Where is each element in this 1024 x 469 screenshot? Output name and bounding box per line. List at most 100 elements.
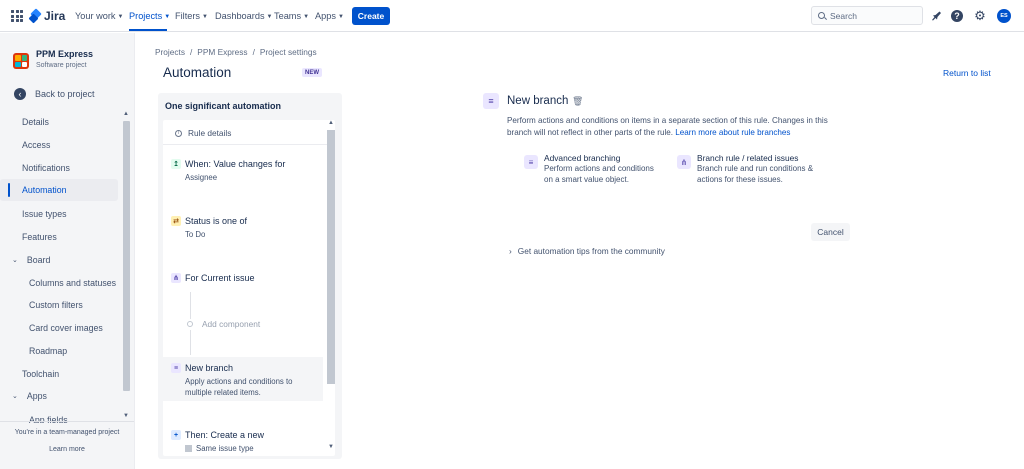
chevron-down-icon: ▼ — [202, 14, 208, 20]
rule-scroll-thumb[interactable] — [327, 130, 335, 384]
scroll-up-icon[interactable]: ▲ — [328, 120, 334, 126]
component-title: Then: Create a new — [185, 430, 265, 440]
sidebar-item-toolchain[interactable]: Toolchain — [0, 363, 118, 385]
scroll-down-icon[interactable]: ▼ — [328, 444, 334, 450]
return-to-list-link[interactable]: Return to list — [943, 68, 991, 78]
sidebar-item-access[interactable]: Access — [0, 134, 118, 156]
sidebar-item-automation[interactable]: Automation — [0, 179, 118, 201]
advanced-branching-icon: ≡ — [524, 155, 538, 169]
condition-component[interactable]: ⇄ Status is one of To Do — [163, 216, 323, 242]
page-title: Automation — [163, 65, 232, 80]
nav-your-work[interactable]: Your work ▼ — [75, 11, 123, 21]
rule-panel: One significant automation i Rule detail… — [158, 93, 342, 459]
sidebar-scrollbar[interactable]: ▲ ▼ — [122, 111, 131, 423]
trash-icon[interactable]: 🗑 — [572, 96, 583, 107]
user-avatar[interactable]: ES — [997, 9, 1011, 23]
sidebar-item-roadmap[interactable]: Roadmap — [0, 340, 118, 362]
component-subtitle: multiple related items. — [185, 388, 261, 397]
component-subtitle: Same issue type — [185, 443, 254, 454]
sidebar-scroll-thumb[interactable] — [123, 121, 130, 391]
notifications-icon[interactable] — [929, 9, 943, 23]
branch-connector-line — [190, 330, 191, 355]
search-input[interactable]: Search — [811, 6, 923, 25]
branch-current-issue-component[interactable]: ⋔ For Current issue — [163, 273, 323, 287]
option-title: Branch rule / related issues — [697, 153, 799, 163]
breadcrumb: Projects / PPM Express / Project settings — [155, 47, 317, 57]
chevron-down-icon: ▼ — [337, 14, 344, 20]
learn-more-link[interactable]: Learn more — [0, 446, 134, 453]
advanced-branching-option[interactable]: ≡ Advanced branching Perform actions and… — [524, 153, 654, 185]
sidebar-item-custom-filters[interactable]: Custom filters — [0, 294, 118, 316]
active-nav-indicator — [129, 29, 167, 31]
nav-filters[interactable]: Filters ▼ — [175, 11, 208, 21]
jira-logo[interactable]: Jira — [30, 9, 65, 23]
option-description: on a smart value object. — [544, 174, 629, 184]
chevron-down-icon: ⌄ — [12, 257, 18, 264]
sidebar-item-notifications[interactable]: Notifications — [0, 157, 118, 179]
chevron-down-icon: ▼ — [266, 14, 273, 20]
scroll-down-icon[interactable]: ▼ — [123, 413, 129, 419]
learn-more-rule-branches-link[interactable]: Learn more about rule branches — [675, 128, 790, 137]
nav-projects[interactable]: Projects ▼ — [129, 11, 170, 21]
condition-icon: ⇄ — [171, 216, 181, 226]
component-subtitle: Apply actions and conditions to — [185, 377, 293, 386]
add-component-label: Add component — [202, 319, 261, 329]
branch-connector-line — [190, 292, 191, 319]
new-badge: NEW — [302, 68, 322, 77]
automation-tips-link[interactable]: › Get automation tips from the community — [509, 246, 665, 256]
chevron-down-icon: ⌄ — [12, 393, 18, 400]
detail-description: Perform actions and conditions on items … — [507, 115, 852, 138]
rule-details-link[interactable]: i Rule details — [175, 128, 231, 138]
search-icon — [818, 12, 825, 19]
create-button[interactable]: Create — [352, 7, 390, 25]
settings-gear-icon[interactable]: ⚙ — [973, 9, 987, 23]
branch-hierarchy-icon: ⋔ — [677, 155, 691, 169]
settings-nav-list: Details Access Notifications Automation … — [0, 111, 120, 423]
new-branch-component[interactable]: ≡ New branch Apply actions and condition… — [163, 357, 323, 401]
sidebar-item-board[interactable]: ⌄ Board — [0, 249, 118, 271]
branch-related-issues-option[interactable]: ⋔ Branch rule / related issues Branch ru… — [677, 153, 813, 185]
search-placeholder: Search — [830, 10, 857, 21]
chevron-down-icon: ▼ — [164, 14, 171, 20]
breadcrumb-ppm-express[interactable]: PPM Express — [197, 47, 247, 57]
back-to-project-link[interactable]: ‹ Back to project — [14, 88, 95, 100]
breadcrumb-projects[interactable]: Projects — [155, 47, 185, 57]
app-switcher-icon[interactable] — [11, 10, 23, 22]
back-label: Back to project — [35, 89, 95, 99]
scroll-up-icon[interactable]: ▲ — [123, 111, 129, 117]
trigger-component[interactable]: ↥ When: Value changes for Assignee — [163, 159, 323, 185]
rule-name[interactable]: One significant automation — [165, 101, 281, 111]
sidebar-item-card-cover-images[interactable]: Card cover images — [0, 317, 118, 339]
issue-type-icon — [185, 445, 192, 452]
sidebar-item-issue-types[interactable]: Issue types — [0, 203, 118, 225]
component-subtitle: Assignee — [185, 173, 218, 182]
component-title: New branch — [185, 363, 234, 373]
project-type: Software project — [36, 62, 87, 69]
sidebar-item-details[interactable]: Details — [0, 111, 118, 133]
arrow-left-icon: ‹ — [14, 88, 26, 100]
rule-divider — [163, 144, 335, 145]
nav-apps[interactable]: Apps ▼ — [315, 11, 344, 21]
option-description: Branch rule and run conditions & — [697, 164, 814, 173]
breadcrumb-project-settings[interactable]: Project settings — [260, 47, 317, 57]
project-avatar-icon — [13, 53, 29, 69]
nav-dashboards[interactable]: Dashboards ▼ — [215, 11, 273, 21]
rule-details-label: Rule details — [188, 128, 232, 138]
sidebar-item-features[interactable]: Features — [0, 226, 118, 248]
project-sidebar: PPM Express Software project ‹ Back to p… — [0, 33, 135, 469]
add-component-dot-icon — [187, 321, 193, 327]
action-component[interactable]: + Then: Create a new Same issue type — [163, 430, 323, 456]
top-navigation: Jira Your work ▼ Projects ▼ Filters ▼ Dashb… — [0, 0, 1024, 32]
action-icon: + — [171, 430, 181, 440]
rule-scrollbar[interactable]: ▲ ▼ — [326, 120, 336, 456]
project-name[interactable]: PPM Express — [36, 49, 93, 59]
detail-title: New branch — [507, 95, 569, 107]
nav-teams[interactable]: Teams ▼ — [274, 11, 309, 21]
option-description: Perform actions and conditions — [544, 164, 654, 173]
help-icon[interactable]: ? — [950, 9, 964, 23]
sidebar-item-apps[interactable]: ⌄ Apps — [0, 385, 118, 407]
jira-logo-text: Jira — [44, 9, 66, 23]
add-component-button[interactable]: Add component — [187, 319, 260, 329]
sidebar-item-columns-and-statuses[interactable]: Columns and statuses — [0, 272, 118, 294]
cancel-button[interactable]: Cancel — [811, 223, 850, 241]
